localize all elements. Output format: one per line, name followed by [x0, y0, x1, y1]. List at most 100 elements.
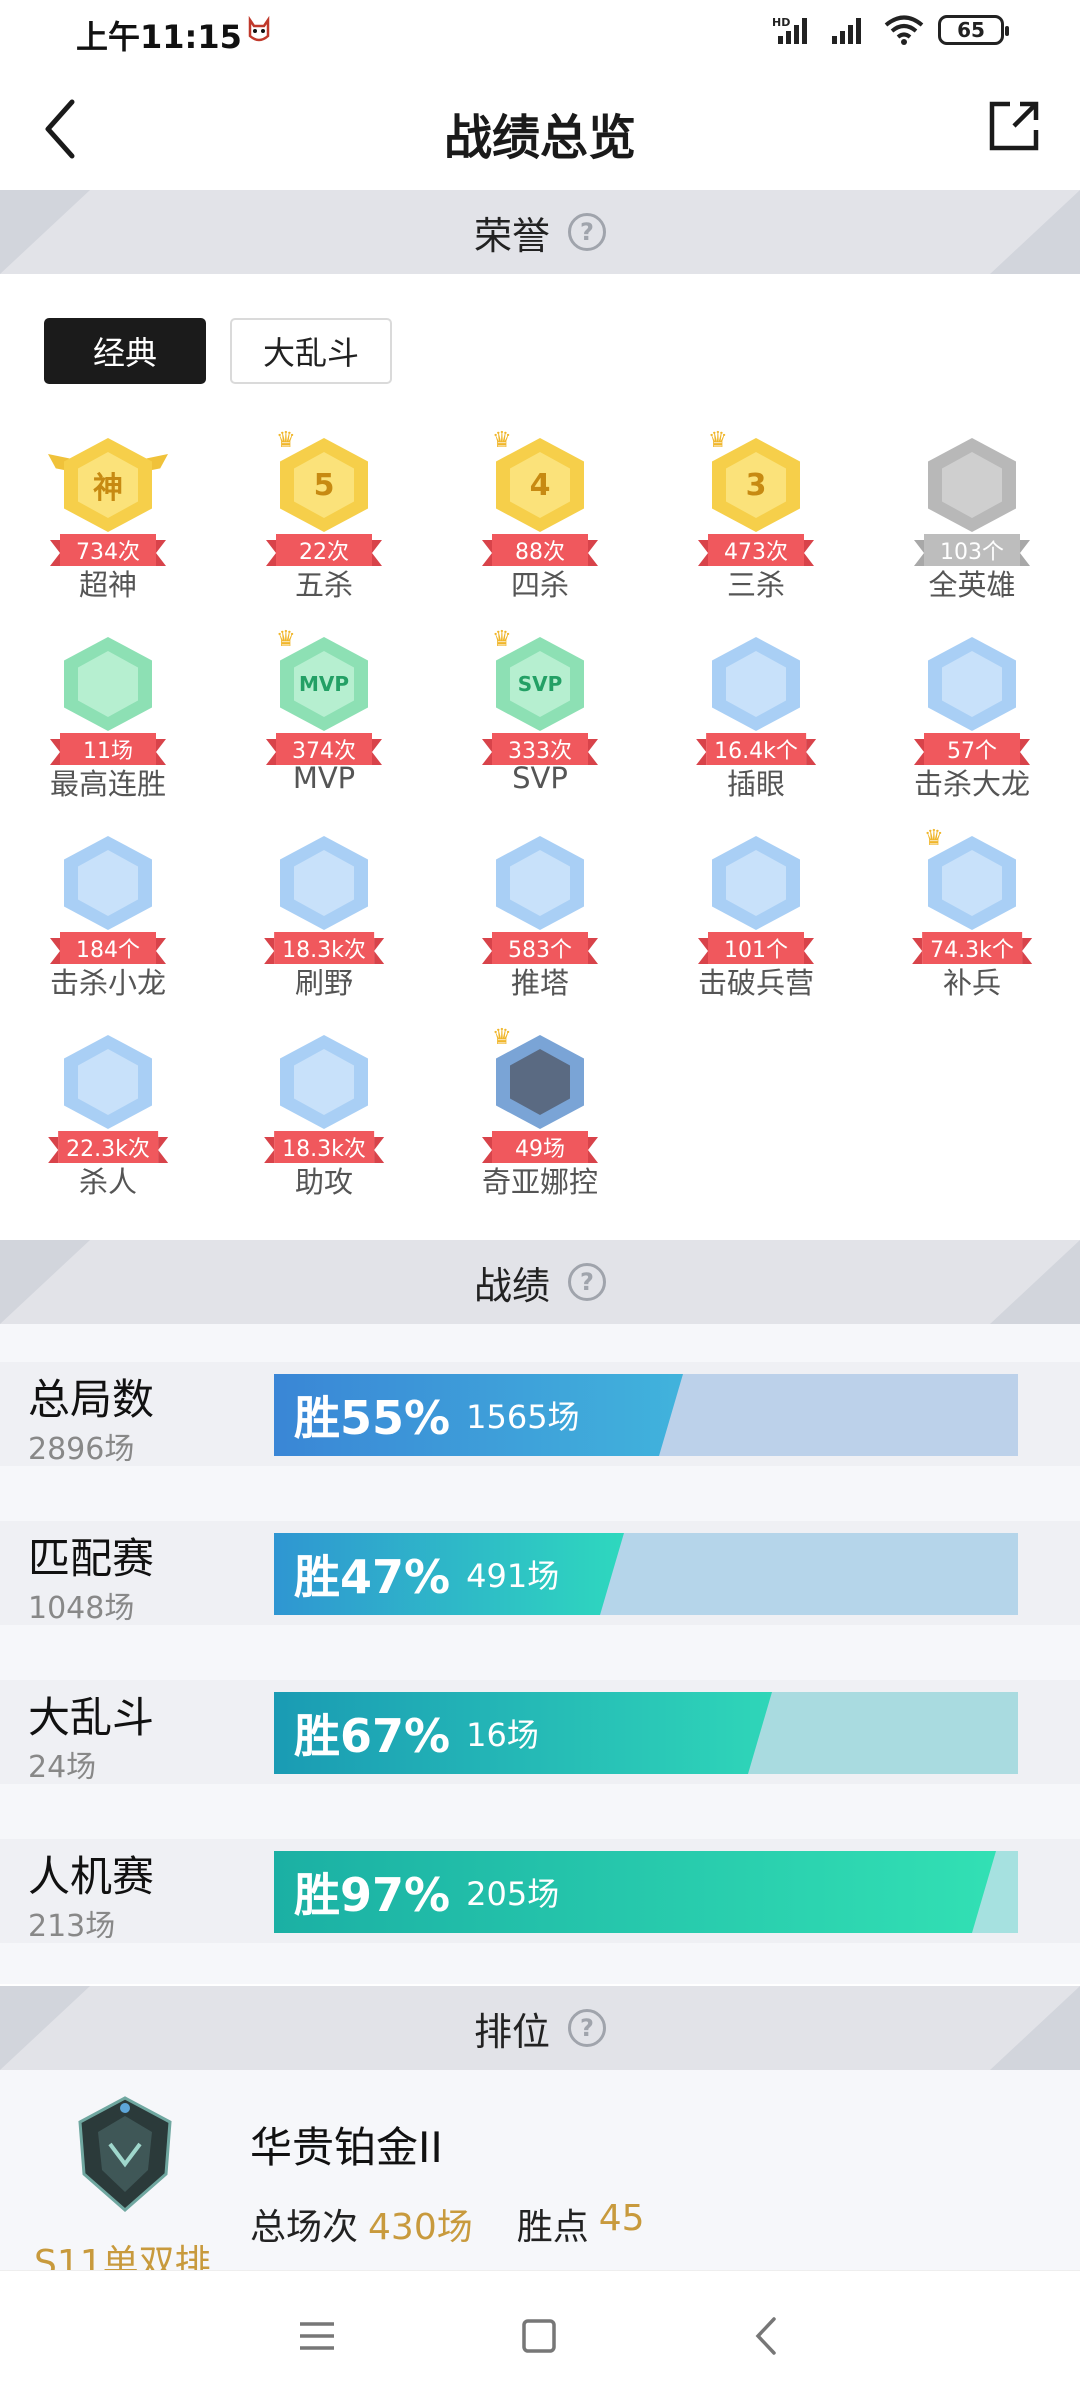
status-bar: 上午11:15 HD 65: [0, 0, 1080, 66]
points-value: 45: [598, 2198, 645, 2239]
help-icon[interactable]: ?: [568, 1263, 606, 1301]
stat-row[interactable]: 匹配赛 1048场 胜47% 491场: [0, 1521, 1080, 1626]
honor-item[interactable]: SVP ♛ 333次 SVP: [432, 619, 648, 809]
honor-label: MVP: [292, 761, 356, 795]
stat-name: 总局数: [28, 1375, 155, 1424]
stat-total: 24场: [28, 1750, 97, 1785]
stat-row[interactable]: 人机赛 213场 胜97% 205场: [0, 1839, 1080, 1944]
honor-item[interactable]: 583个 推塔: [432, 818, 648, 1008]
win-rate-bar: 胜97% 205场: [274, 1851, 1018, 1933]
matches-value: 430场: [368, 2207, 473, 2248]
honor-item[interactable]: 11场 最高连胜: [0, 619, 216, 809]
honor-label: 助攻: [294, 1165, 353, 1199]
section-title: 荣誉: [473, 213, 550, 258]
honor-item[interactable]: ♛ 49场 奇亚娜控: [432, 1017, 648, 1207]
barracks-badge-icon: 101个: [698, 832, 814, 964]
menu-icon[interactable]: [292, 2311, 342, 2361]
mvp-badge-icon: MVP ♛ 374次: [266, 627, 382, 765]
nav-back-icon[interactable]: [742, 2311, 792, 2361]
stat-name: 匹配赛: [28, 1534, 155, 1583]
honor-label: 推塔: [510, 966, 569, 1000]
penta-kill-badge-icon: 5 ♛ 22次: [266, 428, 382, 566]
jungle-badge-icon: 18.3k次: [264, 832, 384, 964]
honor-item[interactable]: 57个 击杀大龙: [864, 619, 1080, 809]
points-label: 胜点: [516, 2207, 589, 2248]
signal-icon: [832, 18, 861, 44]
honor-label: 最高连胜: [49, 767, 166, 801]
honor-item[interactable]: 4 ♛ 88次 四杀: [432, 420, 648, 610]
rank-section-header: 排位 ?: [0, 1986, 1080, 2070]
stat-name: 大乱斗: [28, 1693, 155, 1742]
honor-section-header: 荣誉 ?: [0, 190, 1080, 274]
wifi-icon: [884, 15, 924, 45]
honor-label: 补兵: [942, 966, 1001, 1000]
quadra-kill-badge-icon: 4 ♛ 88次: [482, 428, 598, 566]
ward-badge-icon: 16.4k个: [696, 633, 816, 765]
page-title: 战绩总览: [443, 110, 636, 166]
section-title: 战绩: [473, 1263, 550, 1308]
assist-badge-icon: 18.3k次: [264, 1031, 384, 1163]
honor-item[interactable]: 18.3k次 助攻: [216, 1017, 432, 1207]
rank-card[interactable]: S11单双排 华贵铂金II 总场次 430场 胜点 45: [0, 2070, 1080, 2284]
help-icon[interactable]: ?: [568, 213, 606, 251]
honor-label: 三杀: [726, 568, 785, 602]
help-icon[interactable]: ?: [568, 2009, 606, 2047]
status-icons: HD 65: [772, 14, 1009, 46]
wins-count: 205场: [466, 1875, 560, 1913]
stat-total: 1048场: [28, 1591, 135, 1626]
honor-label: 刷野: [294, 966, 353, 1000]
stat-total: 213场: [28, 1909, 116, 1944]
honor-item[interactable]: 3 ♛ 473次 三杀: [648, 420, 864, 610]
matches-label: 总场次: [250, 2207, 359, 2248]
honor-item[interactable]: 16.4k个 插眼: [648, 619, 864, 809]
app-notification-icon: [248, 16, 270, 42]
win-rate-bar: 胜55% 1565场: [274, 1374, 1018, 1456]
godlike-badge-icon: 神 734次: [48, 434, 168, 566]
tab-aram[interactable]: 大乱斗: [230, 318, 392, 384]
honor-item[interactable]: ♛ 74.3k个 补兵: [864, 818, 1080, 1008]
honor-label: 击破兵营: [697, 966, 814, 1000]
win-rate-label: 胜55%: [294, 1391, 451, 1445]
honor-item[interactable]: 103个 全英雄: [864, 420, 1080, 610]
stat-row[interactable]: 总局数 2896场 胜55% 1565场: [0, 1362, 1080, 1467]
rank-emblem-icon: [78, 2096, 172, 2212]
honor-item[interactable]: 18.3k次 刷野: [216, 818, 432, 1008]
stat-row[interactable]: 大乱斗 24场 胜67% 16场: [0, 1680, 1080, 1785]
tower-badge-icon: 583个: [482, 832, 598, 964]
honor-item[interactable]: 184个 击杀小龙: [0, 818, 216, 1008]
triple-kill-badge-icon: 3 ♛ 473次: [698, 428, 814, 566]
dragon-kill-badge-icon: 184个: [50, 832, 166, 964]
honor-label: 杀人: [78, 1165, 137, 1199]
champion-portrait-icon: ♛ 49场: [482, 1025, 598, 1163]
honor-item[interactable]: MVP ♛ 374次 MVP: [216, 619, 432, 809]
system-nav-bar: [0, 2270, 1080, 2400]
home-icon[interactable]: [514, 2311, 564, 2361]
honor-label: 击杀大龙: [913, 767, 1030, 801]
share-button[interactable]: [986, 98, 1042, 154]
record-section-header: 战绩 ?: [0, 1240, 1080, 1324]
tab-classic[interactable]: 经典: [44, 318, 206, 384]
kill-badge-icon: 22.3k次: [48, 1031, 168, 1163]
header: 战绩总览: [0, 66, 1080, 190]
status-time: 上午11:15: [76, 18, 242, 56]
win-rate-label: 胜67%: [294, 1709, 451, 1763]
honor-label: 奇亚娜控: [481, 1165, 598, 1199]
stat-total: 2896场: [28, 1432, 135, 1467]
all-heroes-badge-icon: 103个: [914, 434, 1030, 566]
wins-count: 1565场: [466, 1398, 580, 1436]
honor-label: 五杀: [294, 568, 353, 602]
honor-item[interactable]: 101个 击破兵营: [648, 818, 864, 1008]
win-rate-bar: 胜47% 491场: [274, 1533, 1018, 1615]
battery-icon: 65: [938, 15, 1009, 45]
win-rate-bar: 胜67% 16场: [274, 1692, 1018, 1774]
honor-item[interactable]: 神 734次 超神: [0, 420, 216, 610]
honor-item[interactable]: 22.3k次 杀人: [0, 1017, 216, 1207]
honor-label: 超神: [78, 568, 137, 602]
honor-label: 击杀小龙: [49, 966, 166, 1000]
minion-badge-icon: ♛ 74.3k个: [912, 826, 1032, 964]
rank-tier: 华贵铂金II: [250, 2123, 443, 2172]
honor-item[interactable]: 5 ♛ 22次 五杀: [216, 420, 432, 610]
rank-stats: 总场次 430场 胜点 45: [250, 2198, 679, 2250]
section-title: 排位: [473, 2009, 550, 2054]
honor-label: SVP: [512, 761, 568, 795]
